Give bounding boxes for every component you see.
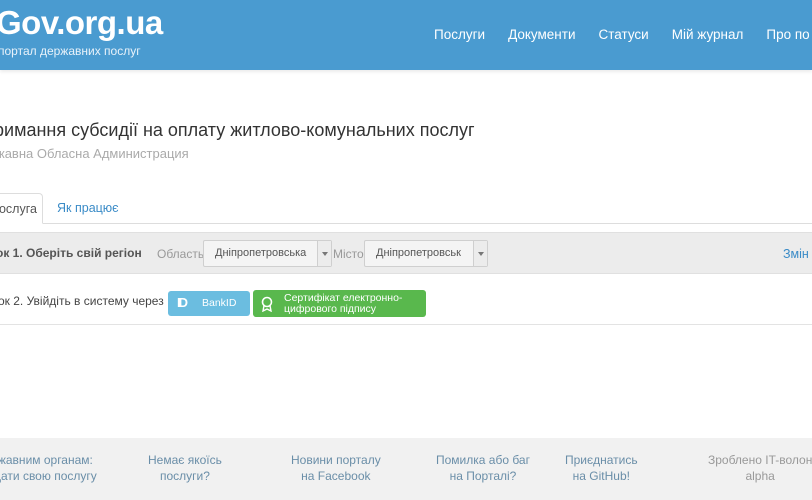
service-organization: жавна Обласна Администрация bbox=[0, 146, 189, 161]
main-nav: Послуги Документи Статуси Мій журнал Про… bbox=[434, 27, 812, 42]
step-region-label: ок 1. Оберіть свій регіон bbox=[0, 246, 142, 260]
page-title: римання субсидії на оплату житлово-комун… bbox=[0, 120, 475, 140]
footer-link-github[interactable]: Приєднатись на GitHub! bbox=[565, 452, 638, 484]
certificate-login-button[interactable]: Сертифікат електронно-цифрового підпису bbox=[253, 290, 426, 317]
bankid-login-button[interactable]: ID BankID bbox=[168, 291, 250, 316]
service-tabs: Послуга Як працює bbox=[0, 193, 812, 224]
bankid-icon: ID bbox=[177, 295, 188, 310]
nav-my-journal[interactable]: Мій журнал bbox=[672, 27, 744, 42]
city-select-value: Дніпропетровськ bbox=[376, 247, 461, 259]
top-header: Gov.org.ua портал державних послуг Послу… bbox=[0, 0, 812, 70]
chevron-down-icon bbox=[317, 241, 331, 266]
region-label: Область bbox=[157, 247, 205, 261]
page-footer: жавним органам: дати свою послугу Немає я… bbox=[0, 438, 812, 500]
region-select-value: Дніпропетровська bbox=[215, 247, 307, 259]
step-login: ок 2. Увійдіть в систему через ID BankID… bbox=[0, 284, 812, 325]
nav-statuses[interactable]: Статуси bbox=[599, 27, 649, 42]
nav-services[interactable]: Послуги bbox=[434, 27, 485, 42]
tab-service[interactable]: Послуга bbox=[0, 193, 43, 224]
site-tagline: портал державних послуг bbox=[0, 44, 141, 58]
certificate-icon bbox=[261, 296, 273, 312]
footer-link-facebook[interactable]: Новини порталу на Facebook bbox=[291, 452, 381, 484]
city-select[interactable]: Дніпропетровськ bbox=[364, 240, 488, 267]
city-label: Місто bbox=[333, 247, 364, 261]
footer-link-report-bug[interactable]: Помилка або баг на Порталі? bbox=[436, 452, 530, 484]
tab-how-it-works[interactable]: Як працює bbox=[57, 193, 119, 224]
nav-about[interactable]: Про по bbox=[766, 27, 809, 42]
footer-credits: Зроблено IT-волон alpha bbox=[708, 453, 812, 483]
bankid-label: BankID bbox=[202, 297, 237, 309]
site-logo[interactable]: Gov.org.ua bbox=[0, 4, 163, 42]
step-region: ок 1. Оберіть свій регіон Область Дніпро… bbox=[0, 232, 812, 274]
region-select[interactable]: Дніпропетровська bbox=[203, 240, 332, 267]
step-login-label: ок 2. Увійдіть в систему через bbox=[0, 294, 164, 308]
change-region-link[interactable]: Змін bbox=[783, 247, 809, 261]
chevron-down-icon bbox=[473, 241, 487, 266]
footer-link-missing-service[interactable]: Немає якоїсь послуги? bbox=[148, 452, 222, 484]
certificate-label: Сертифікат електронно-цифрового підпису bbox=[284, 292, 403, 315]
nav-documents[interactable]: Документи bbox=[508, 27, 575, 42]
footer-link-gov-agencies[interactable]: жавним органам: дати свою послугу bbox=[0, 452, 97, 484]
